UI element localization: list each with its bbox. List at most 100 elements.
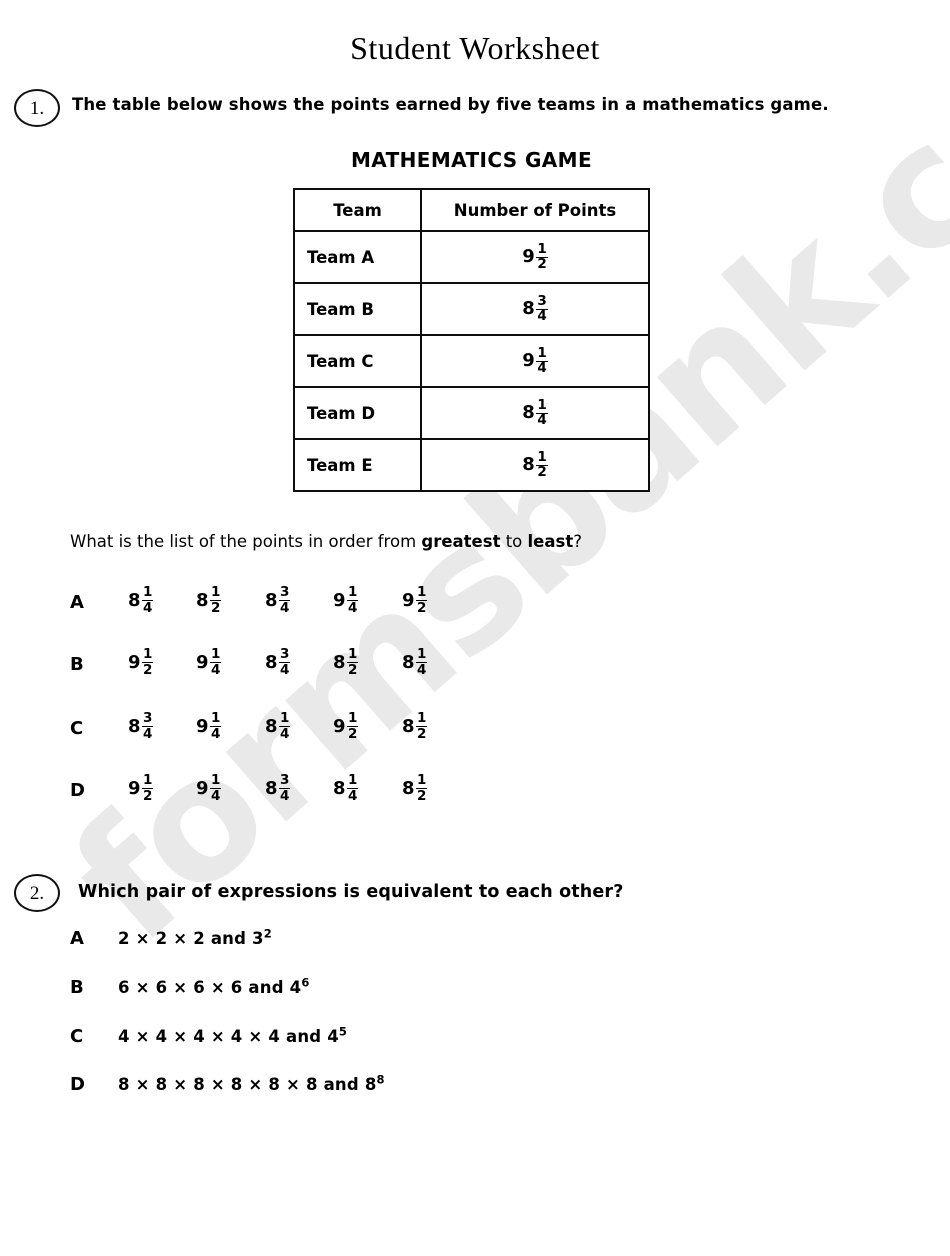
q1-d-v1: 914 <box>196 773 222 803</box>
table-caption: MATHEMATICS GAME <box>350 148 593 172</box>
q1-c-v2: 814 <box>265 710 291 742</box>
q1-d-v4: 812 <box>402 773 428 804</box>
q1-b-v1-fraction: 14 <box>210 646 222 678</box>
points-value-2-denominator: 4 <box>537 360 547 376</box>
q1-option-c-value-0: 834 <box>128 710 154 741</box>
table-row: Team E 812 <box>293 438 650 492</box>
q1-b-v1-numerator: 1 <box>210 646 222 663</box>
q1-b-v3-fraction: 12 <box>347 646 359 678</box>
q1-a-v4: 912 <box>402 585 428 616</box>
q1-d-v4-denominator: 2 <box>417 787 427 804</box>
q1-a-v0-fraction: 14 <box>142 584 154 615</box>
q1-option-a[interactable]: A814812834914912 <box>70 584 540 630</box>
q1-option-a-value-2: 834 <box>265 584 291 615</box>
q1-b-v4-numerator: 1 <box>416 646 428 663</box>
q1-c-v2-whole: 8 <box>265 715 278 737</box>
q1-option-b-value-2: 834 <box>265 646 291 677</box>
q1-b-v1-whole: 9 <box>196 651 209 673</box>
q2-option-d[interactable]: D 8 × 8 × 8 × 8 × 8 × 8 and 88 <box>70 1074 385 1095</box>
prompt-part-3: ? <box>573 532 582 551</box>
q1-d-v3: 814 <box>333 772 359 803</box>
q1-b-v0-fraction: 12 <box>142 646 154 677</box>
q1-option-letter-b: B <box>70 654 84 675</box>
prompt-part-2: to <box>500 532 528 551</box>
q1-a-v0-whole: 8 <box>128 589 141 611</box>
q1-option-c[interactable]: C834914814912812 <box>70 710 540 756</box>
q2-option-expression-b: 6 × 6 × 6 × 6 and 46 <box>118 975 310 997</box>
cell-points-2: 914 <box>420 334 650 388</box>
q1-b-v0-numerator: 1 <box>142 646 154 663</box>
q1-b-v2-fraction: 34 <box>279 646 291 677</box>
cell-points-1: 834 <box>420 282 650 336</box>
q1-a-v3-numerator: 1 <box>347 584 359 601</box>
q1-c-v0-numerator: 3 <box>142 710 154 727</box>
q1-d-v2: 834 <box>265 772 291 804</box>
q1-b-v3: 812 <box>333 646 359 678</box>
q1-option-b[interactable]: B912914834812814 <box>70 646 540 692</box>
q1-b-v2-whole: 8 <box>265 651 278 673</box>
q2-option-expression-c: 4 × 4 × 4 × 4 × 4 and 45 <box>118 1024 348 1046</box>
q1-a-v4-denominator: 2 <box>417 599 427 616</box>
q1-c-v2-denominator: 4 <box>280 725 290 742</box>
q1-b-v3-numerator: 1 <box>347 646 359 663</box>
q1-c-v0: 834 <box>128 710 154 741</box>
q1-c-v2-numerator: 1 <box>279 710 291 727</box>
q1-a-v3-denominator: 4 <box>348 599 358 616</box>
q1-c-v4-numerator: 1 <box>416 710 428 727</box>
q1-option-a-value-3: 914 <box>333 584 359 616</box>
points-value-4: 812 <box>522 450 548 480</box>
table-row: Team C 914 <box>293 334 650 388</box>
q2-option-letter-b: B <box>70 977 84 998</box>
q1-c-v1: 914 <box>196 711 222 742</box>
q1-a-v4-whole: 9 <box>402 589 415 611</box>
q1-b-v4: 814 <box>402 646 428 677</box>
cell-points-0: 912 <box>420 230 650 284</box>
q1-b-v1-denominator: 4 <box>211 661 221 678</box>
q1-a-v0-numerator: 1 <box>142 584 154 601</box>
q2-option-letter-c: C <box>70 1026 84 1047</box>
q1-option-a-value-4: 912 <box>402 585 428 616</box>
q1-option-d[interactable]: D912914834814812 <box>70 772 540 818</box>
q1-option-c-value-1: 914 <box>196 711 222 742</box>
q1-c-v1-denominator: 4 <box>211 725 221 742</box>
table-body: Team A 9 1 2 Team B 8 3 4 Team C 9 1 4 Team D 8 1 4 Team… <box>293 230 650 492</box>
q1-option-b-value-3: 812 <box>333 646 359 678</box>
q1-d-v4-fraction: 12 <box>416 773 428 804</box>
q1-c-v3: 912 <box>333 711 359 742</box>
q1-b-v3-denominator: 2 <box>348 661 358 678</box>
q1-c-v1-whole: 9 <box>196 715 209 737</box>
q1-d-v2-whole: 8 <box>265 777 278 799</box>
q2-option-a[interactable]: A 2 × 2 × 2 and 32 <box>70 928 272 949</box>
q1-d-v3-numerator: 1 <box>347 772 359 789</box>
q1-c-v3-fraction: 12 <box>347 711 359 742</box>
points-value-2-fraction: 14 <box>536 346 548 376</box>
q1-a-v1-numerator: 1 <box>210 584 222 601</box>
q1-option-b-value-0: 912 <box>128 646 154 677</box>
q2-option-letter-d: D <box>70 1074 85 1095</box>
question-number-1: 1. <box>14 89 60 127</box>
q1-option-a-value-0: 814 <box>128 584 154 615</box>
worksheet-page: Student Worksheet 1. The table below sho… <box>0 0 950 1256</box>
cell-points-3: 814 <box>420 386 650 440</box>
q1-a-v2: 834 <box>265 584 291 615</box>
q2-option-c[interactable]: C 4 × 4 × 4 × 4 × 4 and 45 <box>70 1026 347 1047</box>
q1-a-v3-whole: 9 <box>333 589 346 611</box>
q1-c-v4-fraction: 12 <box>416 710 428 741</box>
question-2-stem: Which pair of expressions is equivalent … <box>78 882 624 902</box>
q1-option-d-value-0: 912 <box>128 773 154 804</box>
q1-a-v2-numerator: 3 <box>279 584 291 601</box>
points-value-1-fraction: 34 <box>536 294 548 324</box>
points-value-3-denominator: 4 <box>537 412 547 428</box>
q1-b-v2-numerator: 3 <box>279 646 291 663</box>
q1-option-c-value-3: 912 <box>333 711 359 742</box>
q1-d-v0-denominator: 2 <box>143 787 153 804</box>
prompt-bold-greatest: greatest <box>421 532 501 551</box>
q1-d-v1-fraction: 14 <box>210 773 222 803</box>
q1-c-v3-denominator: 2 <box>348 725 358 742</box>
q2-option-expression-d: 8 × 8 × 8 × 8 × 8 × 8 and 88 <box>118 1072 385 1094</box>
q1-d-v2-denominator: 4 <box>280 787 290 804</box>
points-value-2-whole: 9 <box>522 350 535 371</box>
q2-option-b[interactable]: B 6 × 6 × 6 × 6 and 46 <box>70 977 310 998</box>
table-row: Team B 834 <box>293 282 650 336</box>
q1-d-v2-numerator: 3 <box>279 772 291 789</box>
